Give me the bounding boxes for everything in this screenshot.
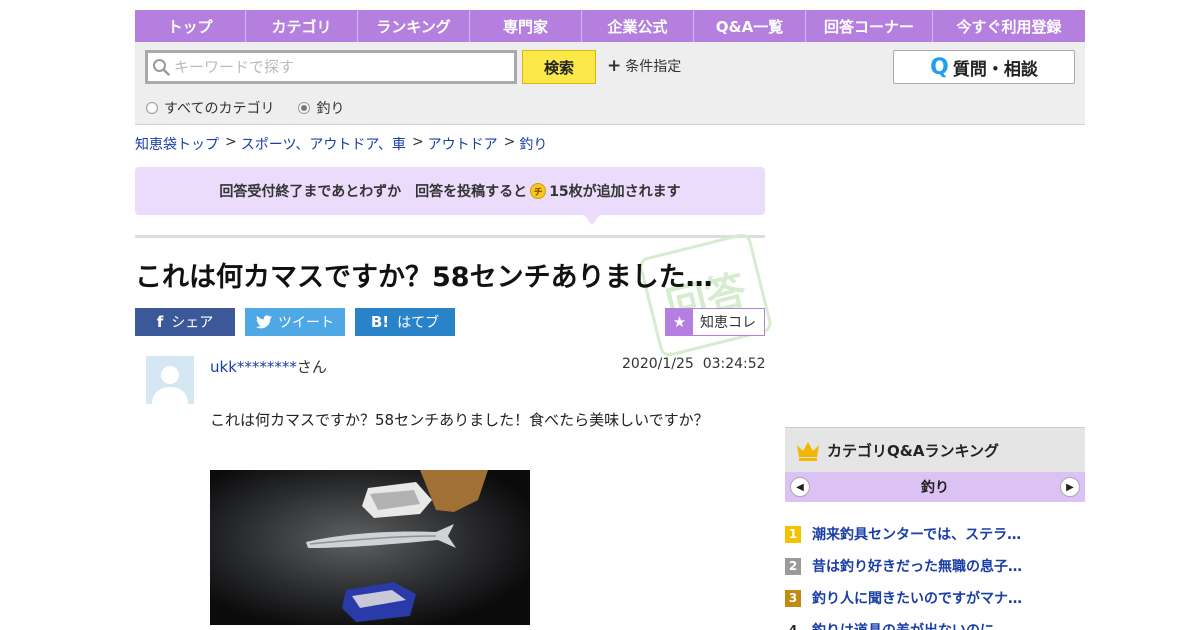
scope-current-radio[interactable] [298,102,311,114]
hatena-bookmark-button[interactable]: B! はてブ [355,308,455,336]
ranking-question-link[interactable]: 釣りは道具の差が出ないのに、… [812,620,1022,630]
question-photo[interactable] [210,470,530,625]
rank-badge: 4 [785,621,801,630]
nav-register[interactable]: 今すぐ利用登録 [933,10,1085,42]
breadcrumb-link[interactable]: 釣り [519,134,547,154]
nav-qa-list[interactable]: Q&A一覧 [694,10,806,42]
breadcrumb-link[interactable]: アウトドア [428,134,498,154]
ranking-question-link[interactable]: 釣り人に聞きたいのですがマナ… [812,588,1022,608]
question-title: これは何カマスですか？58センチありました… [135,262,713,293]
chevron-right-icon[interactable]: ▶ [1060,477,1080,497]
breadcrumb-separator: > [503,134,516,150]
nav-top[interactable]: トップ [135,10,246,42]
scope-all-label: すべてのカテゴリ [164,101,275,117]
notice-text-before: 回答受付終了まであとわずか 回答を投稿すると [219,184,528,200]
post-time: 03:24:52 [702,356,766,372]
coin-icon: チ [530,183,547,199]
scope-all-radio[interactable] [146,102,158,114]
twitter-share-button[interactable]: ツイート [245,308,345,336]
conditions-label: 条件指定 [625,59,682,75]
crown-icon [797,442,819,461]
chiekore-label: 知恵コレ [700,315,756,331]
scope-current-label: 釣り [316,101,345,117]
ask-question-button[interactable]: Q 質問・相談 [893,50,1075,84]
question-author: ukk********さん [210,356,327,377]
search-icon [153,59,170,76]
nav-experts[interactable]: 専門家 [470,10,582,42]
answered-stamp: 回答 [637,231,774,359]
author-name[interactable]: ukk******** [210,358,297,376]
nav-ranking[interactable]: ランキング [358,10,470,42]
chevron-left-icon[interactable]: ◀ [790,477,810,497]
question-body: これは何カマスですか？58センチありました！食べたら美味しいですか？ [210,411,709,429]
breadcrumb-separator: > [411,134,424,150]
nav-answer-corner[interactable]: 回答コーナー [806,10,933,42]
search-input[interactable] [174,58,494,76]
star-icon: ★ [666,309,693,335]
notice-text-after: 15枚が追加されます [549,184,681,200]
answer-deadline-notice: 回答受付終了まであとわずか 回答を投稿すると チ 15枚が追加されます [135,167,765,225]
breadcrumb-link[interactable]: 知恵袋トップ [135,134,219,154]
breadcrumb: 知恵袋トップ > スポーツ、アウトドア、車 > アウトドア > 釣り [135,134,547,154]
chiekore-button[interactable]: ★ 知恵コレ [665,308,765,336]
ranking-list: 1 潮来釣具センターでは、ステラ… 2 昔は釣り好きだった無職の息子… 3 釣り… [785,518,1085,630]
post-datetime: 2020/1/25 03:24:52 [622,356,766,372]
facebook-share-button[interactable]: f シェア [135,308,235,336]
search-area: 検索 + 条件指定 Q 質問・相談 すべてのカテゴリ 釣り [135,42,1085,125]
ranking-question-link[interactable]: 昔は釣り好きだった無職の息子… [812,556,1022,576]
rank-badge: 3 [785,589,801,607]
scope-current-option[interactable]: 釣り [298,98,344,118]
hatena-icon: B! [370,313,390,331]
twitter-share-label: ツイート [278,315,334,331]
breadcrumb-link[interactable]: スポーツ、アウトドア、車 [241,134,406,154]
search-button[interactable]: 検索 [522,50,596,84]
category-ranking: カテゴリQ&Aランキング ◀ 釣り ▶ 1 潮来釣具センターでは、ステラ… 2 … [785,427,1085,630]
facebook-icon: f [156,313,164,331]
ranking-category-label: 釣り [921,480,949,496]
ranking-item[interactable]: 1 潮来釣具センターでは、ステラ… [785,518,1085,550]
ranking-category-selector: ◀ 釣り ▶ [785,472,1085,502]
nav-official[interactable]: 企業公式 [582,10,694,42]
author-suffix: さん [296,358,327,376]
ranking-title: カテゴリQ&Aランキング [827,441,999,460]
rank-badge: 2 [785,557,801,575]
plus-icon: + [607,56,622,76]
breadcrumb-separator: > [225,134,237,150]
facebook-share-label: シェア [171,315,214,331]
avatar[interactable] [146,356,194,404]
ranking-item[interactable]: 2 昔は釣り好きだった無職の息子… [785,550,1085,582]
hatena-bookmark-label: はてブ [397,315,440,331]
share-buttons: f シェア ツイート B! はてブ [135,308,465,336]
divider [135,235,765,238]
global-nav: トップ カテゴリ ランキング 専門家 企業公式 Q&A一覧 回答コーナー 今すぐ… [135,10,1085,42]
search-scope: すべてのカテゴリ 釣り [146,98,368,118]
default-user-icon [146,356,194,404]
twitter-icon [256,315,272,329]
ranking-item[interactable]: 4 釣りは道具の差が出ないのに、… [785,614,1085,630]
rank-badge: 1 [785,525,801,543]
ask-question-label: 質問・相談 [952,59,1038,80]
conditions-button[interactable]: + 条件指定 [607,56,681,76]
ranking-question-link[interactable]: 潮来釣具センターでは、ステラ… [812,524,1021,544]
ranking-item[interactable]: 3 釣り人に聞きたいのですがマナ… [785,582,1085,614]
nav-category[interactable]: カテゴリ [246,10,358,42]
question-q-icon: Q [930,54,949,80]
ranking-header: カテゴリQ&Aランキング [785,427,1085,472]
search-field [145,50,517,84]
scope-all-option[interactable]: すべてのカテゴリ [146,98,274,118]
fish-photo [210,470,530,625]
post-date: 2020/1/25 [622,356,694,372]
